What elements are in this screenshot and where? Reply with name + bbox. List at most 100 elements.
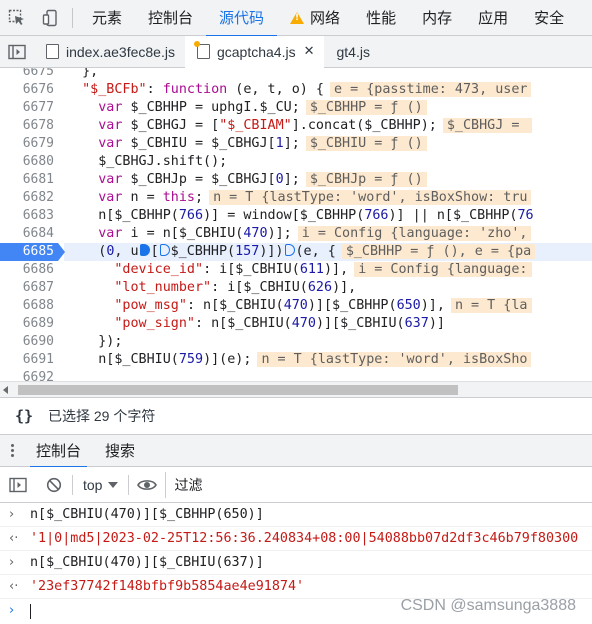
warning-icon — [290, 11, 305, 24]
drawer-tab-console[interactable]: 控制台 — [24, 435, 93, 468]
context-selector[interactable]: top — [73, 477, 128, 493]
code-line[interactable]: 6680 $_CBHGJ.shift(); — [0, 153, 592, 171]
tab-sources[interactable]: 源代码 — [206, 0, 278, 37]
toolbar-divider — [72, 7, 73, 28]
inspect-element-button[interactable] — [0, 0, 34, 36]
file-icon — [193, 41, 210, 59]
context-label: top — [83, 476, 103, 493]
line-number[interactable]: 6688 — [0, 297, 54, 315]
line-number[interactable]: 6692 — [0, 369, 54, 381]
tab-label: 网络 — [310, 10, 341, 27]
code-line[interactable]: 6687 "lot_number": i[$_CBHIU(626)], — [0, 279, 592, 297]
code-line[interactable]: 6679 var $_CBHIU = $_CBHGJ[1]; $_CBHIU = … — [0, 135, 592, 153]
live-expression-button[interactable] — [129, 467, 165, 503]
line-number[interactable]: 6682 — [0, 189, 54, 207]
tab-security[interactable]: 安全 — [521, 0, 577, 36]
device-toolbar-button[interactable] — [34, 0, 68, 36]
console-expression: n[$_CBHIU(470)][$_CBHHP(650)] — [30, 507, 264, 522]
line-number[interactable]: 6681 — [0, 171, 54, 189]
drawer-tab-search[interactable]: 搜索 — [93, 435, 147, 467]
code-text: "pow_msg": n[$_CBHIU(470)][$_CBHHP(650)]… — [66, 297, 532, 315]
code-line[interactable]: 6683 n[$_CBHHP(766)] = window[$_CBHHP(76… — [0, 207, 592, 225]
scrollbar-thumb[interactable] — [18, 385, 458, 395]
line-number[interactable]: 6689 — [0, 315, 54, 333]
cursor-select-icon — [8, 9, 24, 25]
code-line[interactable]: 6682 var n = this; n = T {lastType: 'word… — [0, 189, 592, 207]
code-line[interactable]: 6676 "$_BCFb": function (e, t, o) {e = {… — [0, 81, 592, 99]
code-editor[interactable]: 6675 }, 6676 "$_BCFb": function (e, t, o)… — [0, 68, 592, 381]
code-text: var $_CBHHP = uphgI.$_CU; $_CBHHP = ƒ () — [66, 99, 427, 117]
line-number[interactable]: 6679 — [0, 135, 54, 153]
sidebar-toggle-icon — [8, 44, 26, 59]
editor-file-tabs: index.ae3fec8e.js gcaptcha4.js ✕ gt4.js — [0, 35, 592, 68]
code-line[interactable]: 6689 "pow_sign": n[$_CBHIU(470)][$_CBHIU… — [0, 315, 592, 333]
tab-memory[interactable]: 内存 — [409, 0, 465, 36]
code-text: (0, u[$_CBHHP(157)]) (e, {$_CBHHP = ƒ (),… — [66, 243, 536, 261]
tab-application[interactable]: 应用 — [465, 0, 521, 36]
console-result-value: '1|0|md5|2023-02-25T12:56:36.240834+08:0… — [30, 531, 579, 546]
line-number[interactable]: 6676 — [0, 81, 54, 99]
line-number[interactable]: 6675 — [0, 68, 54, 81]
code-line[interactable]: 6685 (0, u[$_CBHHP(157)]) (e, {$_CBHHP = … — [0, 243, 592, 261]
tab-console[interactable]: 控制台 — [135, 0, 206, 36]
file-tab-gcaptcha4[interactable]: gcaptcha4.js ✕ — [184, 35, 325, 68]
code-line[interactable]: 6678 var $_CBHGJ = ["$_CBIAM"].concat($_… — [0, 117, 592, 135]
code-line[interactable]: 6690 }); — [0, 333, 592, 351]
selection-info: 已选择 29 个字符 — [48, 408, 156, 424]
console-result-value: '23ef37742f148bfbf9b5854ae4e91874' — [30, 579, 305, 594]
scroll-left-icon[interactable] — [3, 386, 8, 394]
tab-elements[interactable]: 元素 — [79, 0, 135, 36]
filter-placeholder: 过滤 — [174, 476, 203, 493]
line-number[interactable]: 6690 — [0, 333, 54, 351]
clear-console-button[interactable] — [36, 467, 72, 503]
code-line[interactable]: 6688 "pow_msg": n[$_CBHIU(470)][$_CBHHP(… — [0, 297, 592, 315]
line-number[interactable]: 6687 — [0, 279, 54, 297]
tab-network[interactable]: 网络 — [277, 0, 353, 36]
tab-label: 安全 — [534, 10, 565, 27]
devtools-main-toolbar: 元素 控制台 源代码 网络 性能 内存 应用 安全 — [0, 0, 592, 37]
tab-performance[interactable]: 性能 — [353, 0, 409, 36]
code-line[interactable]: 6677 var $_CBHHP = uphgI.$_CU; $_CBHHP = … — [0, 99, 592, 117]
line-number[interactable]: 6678 — [0, 117, 54, 135]
tab-label: 内存 — [422, 10, 453, 27]
code-line[interactable]: 6692 — [0, 369, 592, 381]
tab-label: 搜索 — [105, 443, 136, 460]
close-icon[interactable]: ✕ — [304, 44, 315, 59]
console-input-row[interactable]: › n[$_CBHIU(470)][$_CBHIU(637)] — [0, 551, 592, 575]
code-line[interactable]: 6686 "device_id": i[$_CBHIU(611)], i = Co… — [0, 261, 592, 279]
pretty-print-button[interactable]: {} — [0, 407, 48, 425]
code-line[interactable]: 6681 var $_CBHJp = $_CBHGJ[0]; $_CBHJp = … — [0, 171, 592, 189]
editor-status-bar: {} 已选择 29 个字符 — [0, 397, 592, 435]
code-text: "device_id": i[$_CBHIU(611)], i = Config … — [66, 261, 532, 279]
line-number[interactable]: 6680 — [0, 153, 54, 171]
toggle-navigator-button[interactable] — [0, 36, 34, 68]
line-number[interactable]: 6683 — [0, 207, 54, 225]
code-line[interactable]: 6684 var i = n[$_CBHIU(470)]; i = Config … — [0, 225, 592, 243]
device-mode-icon — [42, 9, 57, 26]
sidebar-toggle-icon — [9, 477, 27, 492]
console-result-row[interactable]: ‹· '1|0|md5|2023-02-25T12:56:36.240834+08… — [0, 527, 592, 551]
code-text: }); — [66, 334, 123, 349]
line-number[interactable]: 6686 — [0, 261, 54, 279]
code-line[interactable]: 6691 n[$_CBHIU(759)](e); n = T {lastType:… — [0, 351, 592, 369]
console-input-row[interactable]: › n[$_CBHIU(470)][$_CBHHP(650)] — [0, 503, 592, 527]
code-line[interactable]: 6675 }, — [0, 68, 592, 81]
code-text: var i = n[$_CBHIU(470)]; i = Config {lang… — [66, 225, 532, 243]
tab-label: 应用 — [478, 10, 509, 27]
console-result-row[interactable]: ‹· '23ef37742f148bfbf9b5854ae4e91874' — [0, 575, 592, 599]
tab-label: 源代码 — [219, 10, 265, 27]
clear-console-icon — [46, 477, 62, 492]
horizontal-scrollbar[interactable] — [0, 381, 592, 397]
show-sidebar-button[interactable] — [0, 467, 36, 503]
line-number[interactable]: 6684 — [0, 225, 54, 243]
file-tab-gt4[interactable]: gt4.js — [324, 36, 379, 68]
file-tab-index[interactable]: index.ae3fec8e.js — [34, 36, 185, 68]
more-options-icon[interactable] — [0, 435, 24, 467]
console-filter-input[interactable]: 过滤 — [165, 471, 592, 498]
code-text: n[$_CBHIU(759)](e); n = T {lastType: 'wor… — [66, 351, 532, 369]
line-number[interactable]: 6677 — [0, 99, 54, 117]
code-text: "lot_number": i[$_CBHIU(626)], — [114, 280, 357, 295]
line-number[interactable]: 6691 — [0, 351, 54, 369]
line-number[interactable]: 6685 — [0, 243, 65, 261]
code-text: var $_CBHGJ = ["$_CBIAM"].concat($_CBHHP… — [66, 117, 532, 135]
